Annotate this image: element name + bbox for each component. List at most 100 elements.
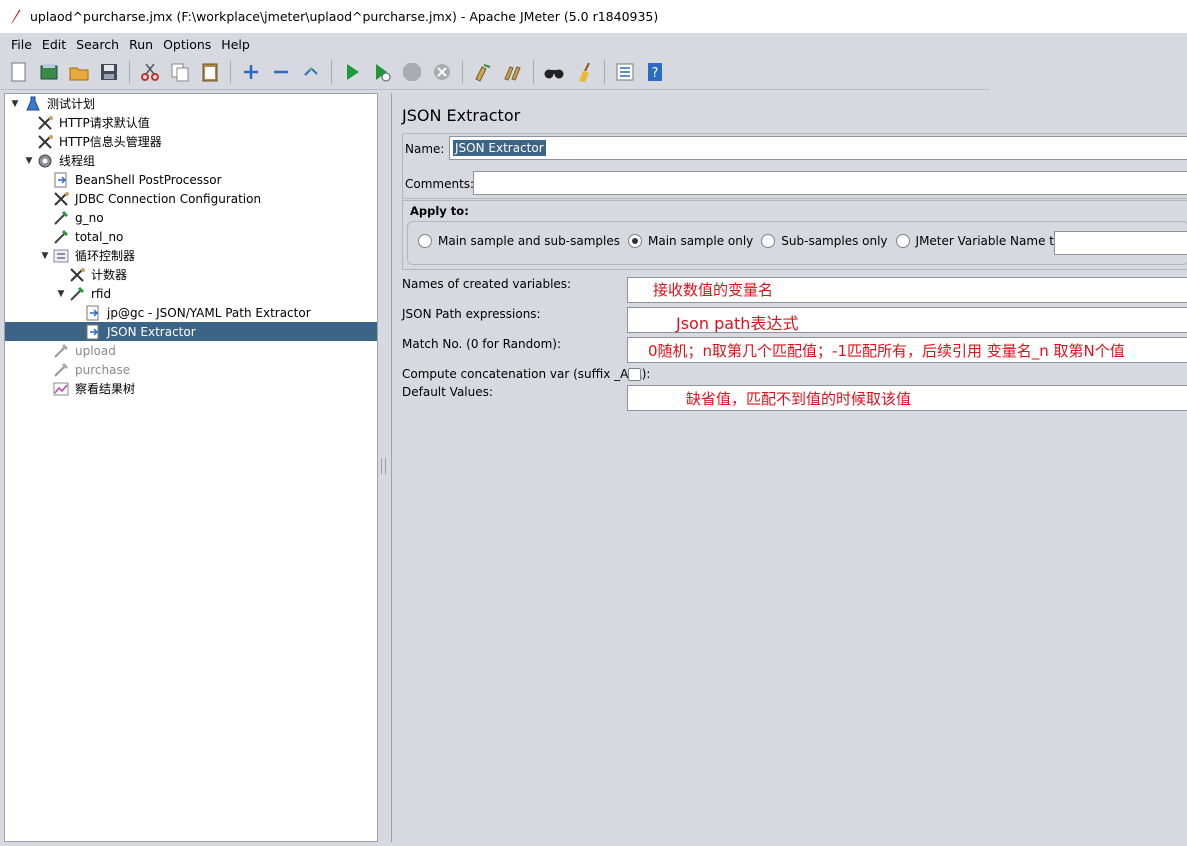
tree-item-total-no[interactable]: total_no (5, 227, 377, 246)
jmeter-variable-field[interactable] (1054, 231, 1187, 255)
start-no-pause-icon[interactable] (369, 59, 395, 85)
window-title: uplaod^purcharse.jmx (F:\workplace\jmete… (30, 9, 659, 24)
save-icon[interactable] (96, 59, 122, 85)
new-icon[interactable] (6, 59, 32, 85)
radio-button-selected[interactable] (627, 234, 642, 248)
tree-item-http-defaults[interactable]: HTTP请求默认值 (5, 113, 377, 132)
flask-icon (25, 96, 43, 112)
annotation-default-values: 缺省值，匹配不到值的时候取该值 (686, 390, 912, 408)
pipette-icon (53, 210, 71, 226)
clear-all-icon[interactable] (500, 59, 526, 85)
gear-icon (37, 153, 55, 169)
collapse-icon[interactable] (268, 59, 294, 85)
tree-item-loop-controller[interactable]: ▼ 循环控制器 (5, 246, 377, 265)
open-icon[interactable] (66, 59, 92, 85)
apply-to-label: Apply to: (410, 204, 469, 218)
collapse-toggle[interactable]: ▼ (55, 289, 67, 299)
post-processor-icon (85, 324, 103, 340)
tree-item-g-no[interactable]: g_no (5, 208, 377, 227)
loop-controller-icon (53, 248, 71, 264)
toolbar-separator (462, 60, 463, 84)
annotation-variable-names: 接收数值的变量名 (653, 281, 774, 299)
tree-item-upload[interactable]: upload (5, 341, 377, 360)
comments-label: Comments: (405, 177, 475, 191)
concat-checkbox[interactable] (628, 368, 641, 381)
collapse-toggle[interactable]: ▼ (9, 99, 21, 109)
clear-icon[interactable] (470, 59, 496, 85)
match-no-field[interactable]: 0随机；n取第几个匹配值；-1匹配所有，后续引用 变量名_n 取第N个值 (627, 337, 1187, 363)
variable-names-label: Names of created variables: (402, 277, 572, 291)
copy-icon[interactable] (167, 59, 193, 85)
collapse-toggle[interactable]: ▼ (23, 156, 35, 166)
stop-icon[interactable] (399, 59, 425, 85)
panel-title: JSON Extractor (402, 106, 521, 125)
menu-run[interactable]: Run (124, 37, 158, 52)
menu-help[interactable]: Help (216, 37, 255, 52)
annotation-json-path: Json path表达式 (676, 314, 799, 333)
json-extractor-panel: JSON Extractor Name: JSON Extractor Comm… (391, 93, 1187, 842)
pipette-icon (53, 362, 71, 378)
toolbar: ? (0, 55, 990, 90)
name-field[interactable]: JSON Extractor (449, 136, 1187, 160)
reset-search-icon[interactable] (571, 59, 597, 85)
radio-main-only[interactable]: Main sample only (627, 234, 753, 248)
name-label: Name: (405, 142, 445, 156)
json-path-field[interactable]: Json path表达式 (627, 307, 1187, 333)
title-bar: uplaod^purcharse.jmx (F:\workplace\jmete… (0, 0, 1187, 33)
expand-icon[interactable] (238, 59, 264, 85)
toolbar-separator (331, 60, 332, 84)
apply-to-group: Apply to: Main sample and sub-samples Ma… (402, 200, 1187, 270)
tree-item-json-extractor[interactable]: JSON Extractor (5, 322, 377, 341)
tree-item-purchase[interactable]: purchase (5, 360, 377, 379)
apply-to-options: Main sample and sub-samples Main sample … (407, 221, 1187, 265)
radio-sub-only[interactable]: Sub-samples only (761, 234, 888, 248)
shutdown-icon[interactable] (429, 59, 455, 85)
split-pane-divider[interactable] (380, 93, 388, 842)
search-icon[interactable] (541, 59, 567, 85)
pipette-icon (69, 286, 87, 302)
templates-icon[interactable] (36, 59, 62, 85)
menu-search[interactable]: Search (71, 37, 124, 52)
tree-item-http-header-manager[interactable]: HTTP信息头管理器 (5, 132, 377, 151)
menu-file[interactable]: File (6, 37, 37, 52)
menu-edit[interactable]: Edit (37, 37, 71, 52)
comments-field[interactable] (473, 171, 1187, 195)
wrench-icon (69, 267, 87, 283)
cut-icon[interactable] (137, 59, 163, 85)
menu-options[interactable]: Options (158, 37, 216, 52)
toggle-icon[interactable] (298, 59, 324, 85)
radio-button[interactable] (895, 234, 910, 248)
tree-item-thread-group[interactable]: ▼ 线程组 (5, 151, 377, 170)
default-values-field[interactable]: 缺省值，匹配不到值的时候取该值 (627, 385, 1187, 411)
tree-item-counter[interactable]: 计数器 (5, 265, 377, 284)
tree-item-test-plan[interactable]: ▼ 测试计划 (5, 94, 377, 113)
help-icon[interactable]: ? (642, 59, 668, 85)
radio-main-and-sub[interactable]: Main sample and sub-samples (418, 234, 620, 248)
pipette-icon (53, 343, 71, 359)
tree-item-jdbc-config[interactable]: JDBC Connection Configuration (5, 189, 377, 208)
variable-names-field[interactable]: 接收数值的变量名 (627, 277, 1187, 303)
wrench-icon (37, 115, 55, 131)
divider-grip[interactable] (381, 458, 386, 474)
start-icon[interactable] (339, 59, 365, 85)
toolbar-separator (604, 60, 605, 84)
tree-item-rfid[interactable]: ▼ rfid (5, 284, 377, 303)
radio-button[interactable] (761, 234, 776, 248)
tree-item-view-results-tree[interactable]: 察看结果树 (5, 379, 377, 398)
function-helper-icon[interactable] (612, 59, 638, 85)
paste-icon[interactable] (197, 59, 223, 85)
tree-item-beanshell[interactable]: BeanShell PostProcessor (5, 170, 377, 189)
radio-button[interactable] (418, 234, 432, 248)
wrench-icon (53, 191, 71, 207)
name-comments-group: Name: JSON Extractor Comments: (402, 133, 1187, 199)
jmeter-feather-icon (8, 9, 22, 25)
test-plan-tree: ▼ 测试计划 HTTP请求默认值 HTTP信息头管理器 ▼ 线程组 BeanSh… (4, 93, 378, 842)
annotation-match-no: 0随机；n取第几个匹配值；-1匹配所有，后续引用 变量名_n 取第N个值 (648, 342, 1125, 360)
listener-graph-icon (53, 381, 71, 397)
post-processor-icon (53, 172, 71, 188)
toolbar-separator (533, 60, 534, 84)
json-path-label: JSON Path expressions: (402, 307, 541, 321)
tree-item-jp-gc-extractor[interactable]: jp@gc - JSON/YAML Path Extractor (5, 303, 377, 322)
concat-label: Compute concatenation var (suffix _ALL): (402, 367, 651, 381)
collapse-toggle[interactable]: ▼ (39, 251, 51, 261)
